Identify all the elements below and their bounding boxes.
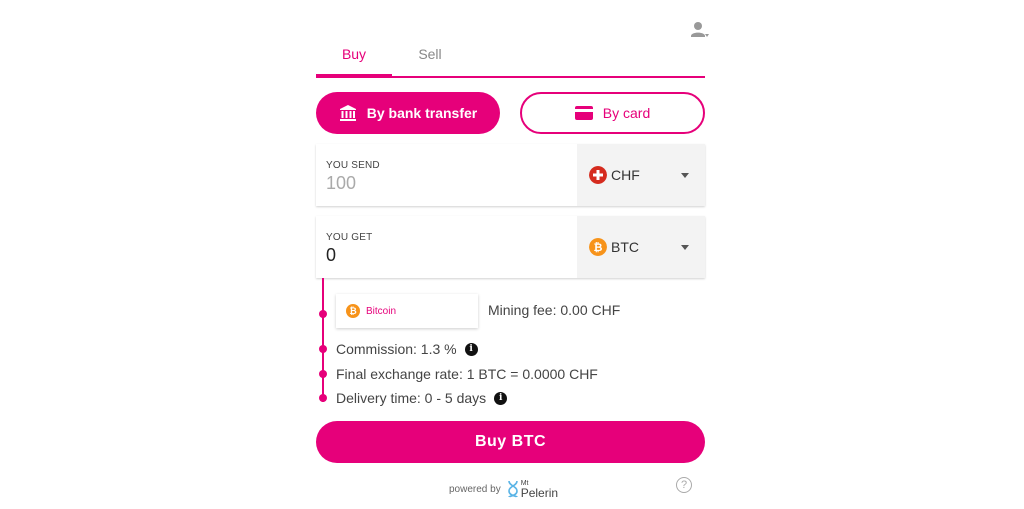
bitcoin-icon: ₿: [346, 304, 360, 318]
send-amount-input[interactable]: 100: [326, 173, 356, 194]
get-currency-select[interactable]: ₿ BTC: [577, 216, 705, 278]
commission-text: Commission: 1.3 %: [336, 341, 457, 357]
brand-name: Pelerin: [520, 485, 559, 500]
bank-icon: [339, 105, 356, 121]
exchange-rate-text: Final exchange rate: 1 BTC = 0.0000 CHF: [336, 366, 598, 382]
get-currency-code: BTC: [611, 239, 639, 255]
card-button[interactable]: By card: [520, 92, 705, 134]
card-label: By card: [602, 105, 651, 121]
delivery-time-line: Delivery time: 0 - 5 days i: [336, 390, 508, 406]
svg-text:₿: ₿: [594, 241, 603, 254]
chevron-down-icon: [681, 173, 689, 178]
commission-line: Commission: 1.3 % i: [336, 341, 478, 357]
bank-transfer-label: By bank transfer: [366, 105, 478, 121]
network-selector[interactable]: ₿ Bitcoin: [336, 294, 478, 328]
footer: powered by Mt Pelerin: [449, 477, 558, 501]
credit-card-icon: [574, 106, 593, 120]
get-amount-value[interactable]: 0: [326, 245, 336, 266]
timeline-line: [322, 278, 324, 402]
mt-pelerin-logo[interactable]: Mt Pelerin: [507, 480, 558, 499]
tab-sell[interactable]: Sell: [392, 46, 468, 62]
info-icon[interactable]: i: [464, 342, 478, 356]
timeline-dot: [319, 310, 327, 318]
chevron-down-icon: [681, 245, 689, 250]
send-amount-row: YOU SEND 100 CHF: [316, 144, 705, 206]
send-label: YOU SEND: [326, 160, 380, 171]
send-currency-code: CHF: [611, 167, 640, 183]
timeline-dot: [319, 394, 327, 402]
tab-buy[interactable]: Buy: [316, 46, 392, 62]
timeline-dot: [319, 370, 327, 378]
get-label: YOU GET: [326, 232, 373, 243]
powered-by-text: powered by: [449, 483, 501, 495]
buy-button[interactable]: Buy BTC: [316, 421, 705, 463]
mining-fee: Mining fee: 0.00 CHF: [488, 302, 620, 318]
tab-bar: Buy Sell: [316, 38, 705, 78]
account-icon[interactable]: [690, 20, 710, 40]
exchange-widget: Buy Sell By bank transfer By card YOU SE…: [316, 0, 709, 509]
swiss-flag-icon: [589, 166, 607, 184]
help-icon[interactable]: ?: [676, 477, 692, 493]
bitcoin-icon: ₿: [589, 238, 607, 256]
active-tab-indicator: [316, 74, 392, 78]
bank-transfer-button[interactable]: By bank transfer: [316, 92, 500, 134]
mt-pelerin-logo-icon: [507, 480, 518, 498]
network-name: Bitcoin: [366, 305, 397, 317]
timeline-dot: [319, 345, 327, 353]
send-currency-select[interactable]: CHF: [577, 144, 705, 206]
get-amount-row: YOU GET 0 ₿ BTC: [316, 216, 705, 278]
info-icon[interactable]: i: [494, 391, 508, 405]
exchange-rate-line: Final exchange rate: 1 BTC = 0.0000 CHF: [336, 366, 598, 382]
mining-fee-text: Mining fee: 0.00 CHF: [488, 302, 621, 318]
delivery-time-text: Delivery time: 0 - 5 days: [336, 390, 487, 406]
